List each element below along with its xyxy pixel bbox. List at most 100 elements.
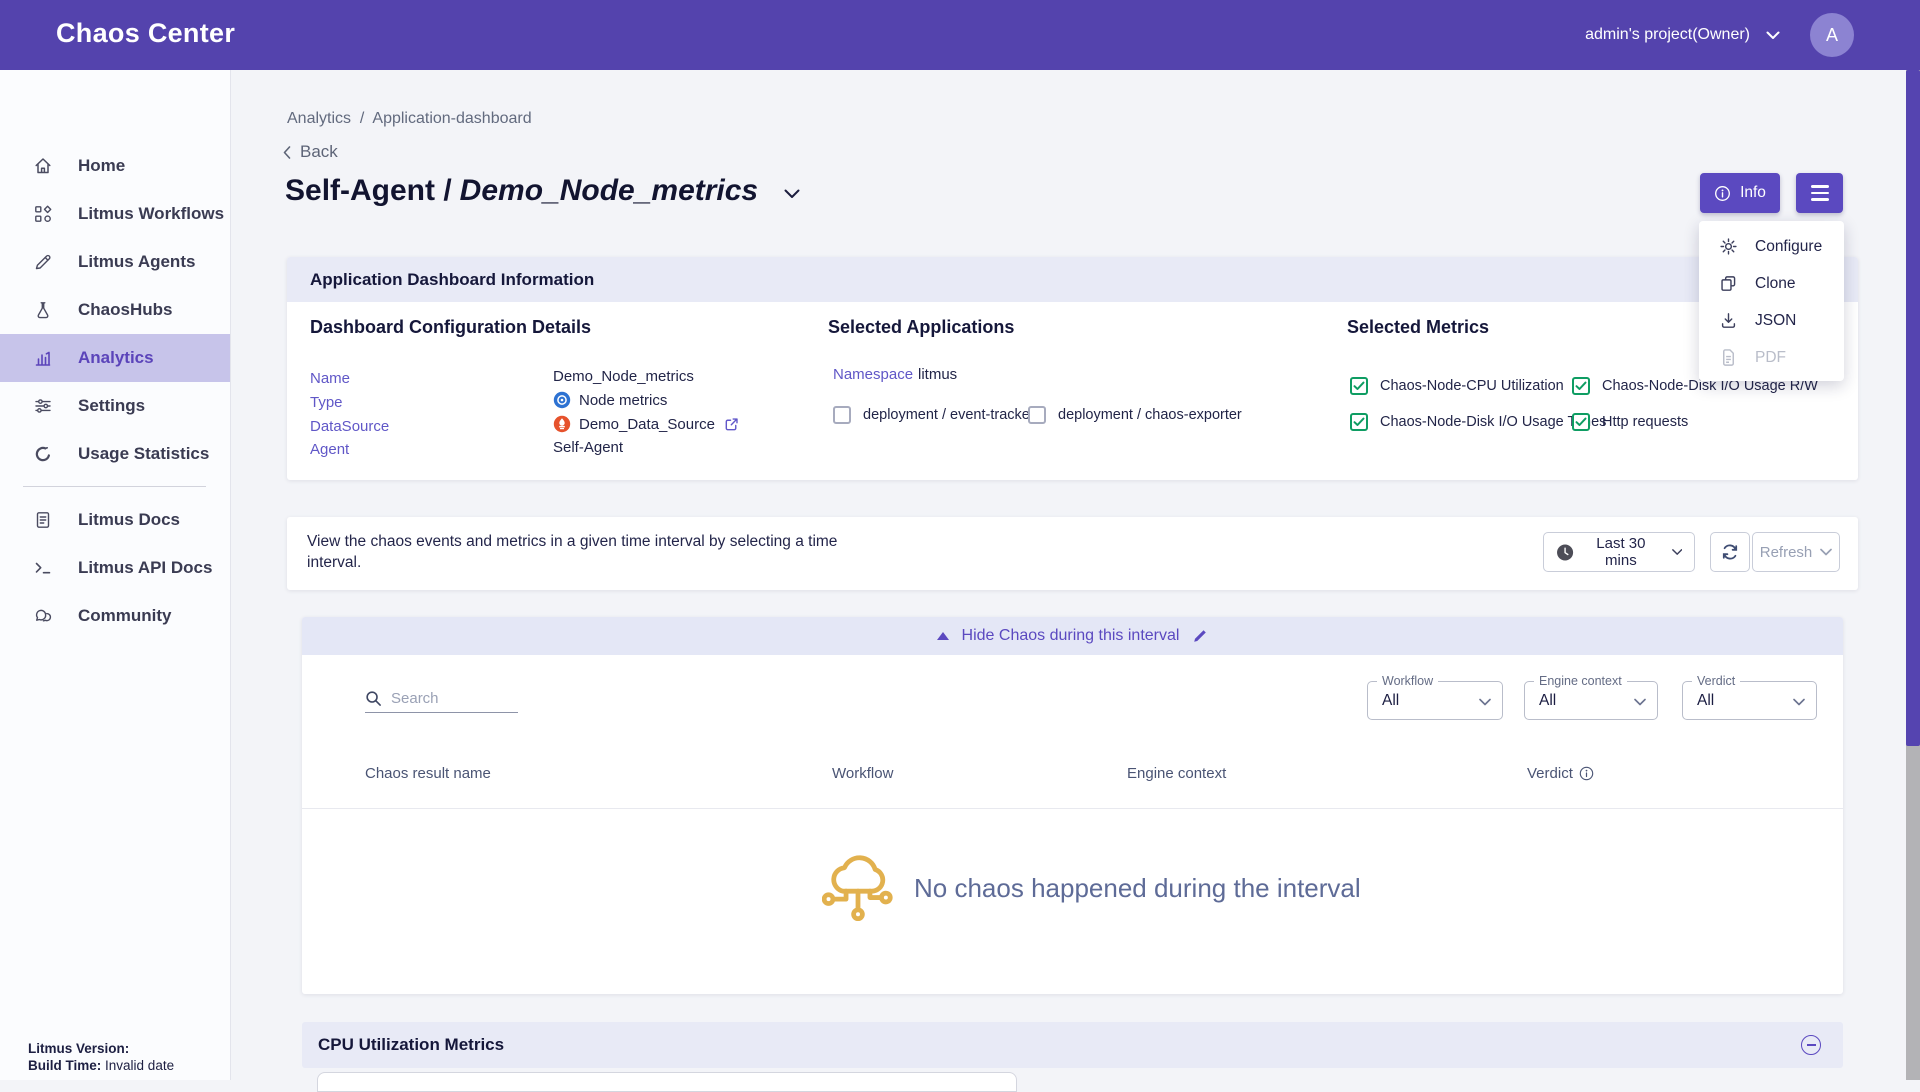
sidebar-item-label: Litmus Docs — [78, 510, 180, 530]
menu-item-json[interactable]: JSON — [1699, 302, 1844, 339]
checkbox-checked[interactable] — [1572, 413, 1590, 431]
build-time-value: Invalid date — [105, 1058, 174, 1073]
analytics-icon — [33, 348, 53, 368]
sidebar-item-label: ChaosHubs — [78, 300, 172, 320]
app-title: Chaos Center — [56, 18, 235, 49]
filter-label: Engine context — [1534, 674, 1627, 688]
build-time-label: Build Time: — [28, 1058, 101, 1073]
flask-icon — [33, 300, 53, 320]
checkbox-label: deployment / event-tracker — [863, 407, 1035, 423]
sidebar-item-label: Usage Statistics — [78, 444, 209, 464]
search-input[interactable] — [391, 690, 509, 707]
sidebar-item-analytics[interactable]: Analytics — [0, 334, 230, 382]
menu-item-clone[interactable]: Clone — [1699, 265, 1844, 302]
refresh-now-button[interactable] — [1710, 532, 1750, 572]
cpu-utilization-metrics-header: CPU Utilization Metrics — [302, 1022, 1843, 1068]
verdict-filter-select[interactable]: Verdict All — [1682, 681, 1817, 720]
sidebar-item-litmus-docs[interactable]: Litmus Docs — [0, 496, 230, 544]
sidebar-item-settings[interactable]: Settings — [0, 382, 230, 430]
triangle-up-icon — [937, 632, 949, 640]
hide-chaos-label: Hide Chaos during this interval — [962, 627, 1180, 645]
info-icon — [1714, 185, 1731, 202]
selected-applications-title: Selected Applications — [828, 317, 1014, 338]
breadcrumb-separator: / — [360, 110, 364, 127]
checkbox-unchecked[interactable] — [1028, 406, 1046, 424]
config-row-label: DataSource — [310, 418, 389, 435]
clock-icon — [1556, 542, 1574, 563]
sidebar-item-label: Litmus Agents — [78, 252, 195, 272]
sidebar-divider — [23, 486, 206, 487]
hamburger-icon — [1811, 185, 1829, 187]
interval-description: View the chaos events and metrics in a g… — [307, 531, 862, 573]
chevron-down-icon[interactable] — [1766, 31, 1780, 40]
config-row-value: Demo_Data_Source — [553, 415, 740, 433]
hamburger-menu-button[interactable] — [1796, 173, 1843, 213]
home-icon — [33, 156, 53, 176]
avatar[interactable]: A — [1810, 13, 1854, 57]
config-row-value: Demo_Node_metrics — [553, 368, 694, 385]
dashboard-configuration-details-title: Dashboard Configuration Details — [310, 317, 591, 338]
sidebar-item-community[interactable]: Community — [0, 592, 230, 640]
node-metrics-icon — [553, 391, 571, 409]
menu-item-configure[interactable]: Configure — [1699, 228, 1844, 265]
sidebar-item-label: Home — [78, 156, 125, 176]
menu-item-label: JSON — [1755, 312, 1796, 330]
project-selector-label[interactable]: admin's project(Owner) — [1585, 26, 1750, 44]
info-circle-icon[interactable] — [1579, 766, 1594, 781]
sidebar-item-litmus-workflows[interactable]: Litmus Workflows — [0, 190, 230, 238]
external-link-icon[interactable] — [723, 416, 740, 433]
sidebar-item-label: Analytics — [78, 348, 154, 368]
metric-checkbox-row: Chaos-Node-Disk I/O Usage Times — [1350, 413, 1606, 431]
time-range-value: Last 30 mins — [1584, 535, 1657, 569]
back-label: Back — [300, 142, 338, 162]
checkbox-checked[interactable] — [1572, 377, 1590, 395]
column-header-verdict: Verdict — [1527, 765, 1594, 782]
hide-chaos-toggle[interactable]: Hide Chaos during this interval — [302, 617, 1843, 655]
sidebar-item-litmus-api-docs[interactable]: Litmus API Docs — [0, 544, 230, 592]
menu-item-pdf[interactable]: PDF — [1699, 339, 1844, 376]
checkbox-label: deployment / chaos-exporter — [1058, 407, 1242, 423]
sidebar-item-home[interactable]: Home — [0, 142, 230, 190]
workflows-icon — [33, 204, 53, 224]
docs-icon — [33, 510, 53, 530]
time-range-button[interactable]: Last 30 mins — [1543, 532, 1695, 572]
back-link[interactable]: Back — [283, 142, 338, 162]
collapse-minus-icon[interactable] — [1801, 1035, 1821, 1055]
table-header-divider — [302, 808, 1843, 809]
chevron-down-icon — [1793, 698, 1805, 706]
title-chevron-down-icon[interactable] — [784, 189, 800, 199]
info-button[interactable]: Info — [1700, 173, 1780, 213]
terminal-icon — [33, 558, 53, 578]
download-icon — [1719, 311, 1738, 330]
breadcrumb-application-dashboard[interactable]: Application-dashboard — [372, 110, 531, 127]
checkbox-checked[interactable] — [1350, 377, 1368, 395]
menu-item-label: Clone — [1755, 275, 1796, 293]
sidebar-item-usage-statistics[interactable]: Usage Statistics — [0, 430, 230, 478]
sidebar-item-label: Litmus Workflows — [78, 204, 224, 224]
refresh-icon — [1720, 542, 1740, 562]
page-scrollbar[interactable] — [1906, 70, 1920, 1080]
menu-item-label: PDF — [1755, 349, 1786, 367]
filter-label: Workflow — [1377, 674, 1438, 688]
edit-pencil-icon[interactable] — [1192, 628, 1208, 644]
metric-checkbox-row: Http requests — [1572, 413, 1688, 431]
search-field — [365, 685, 518, 713]
config-row-value: Node metrics — [553, 391, 667, 409]
application-dashboard-information-panel: Application Dashboard Information Dashbo… — [287, 257, 1858, 480]
config-row-value: Self-Agent — [553, 439, 623, 456]
agent-name: Self-Agent / — [285, 174, 452, 208]
breadcrumb-analytics[interactable]: Analytics — [287, 110, 351, 127]
sidebar-item-litmus-agents[interactable]: Litmus Agents — [0, 238, 230, 286]
sidebar-item-chaoshubs[interactable]: ChaosHubs — [0, 286, 230, 334]
workflow-filter-select[interactable]: Workflow All — [1367, 681, 1503, 720]
refresh-interval-dropdown[interactable]: Refresh — [1752, 532, 1840, 572]
checkbox-checked[interactable] — [1350, 413, 1368, 431]
gear-icon — [1719, 237, 1738, 256]
engine-context-filter-select[interactable]: Engine context All — [1524, 681, 1658, 720]
scrollbar-thumb[interactable] — [1906, 70, 1920, 746]
checkbox-unchecked[interactable] — [833, 406, 851, 424]
namespace-label: Namespace — [833, 366, 913, 383]
dashboard-actions-menu: Configure Clone JSON PDF — [1699, 221, 1844, 381]
sidebar-item-label: Community — [78, 606, 172, 626]
filter-label: Verdict — [1692, 674, 1740, 688]
